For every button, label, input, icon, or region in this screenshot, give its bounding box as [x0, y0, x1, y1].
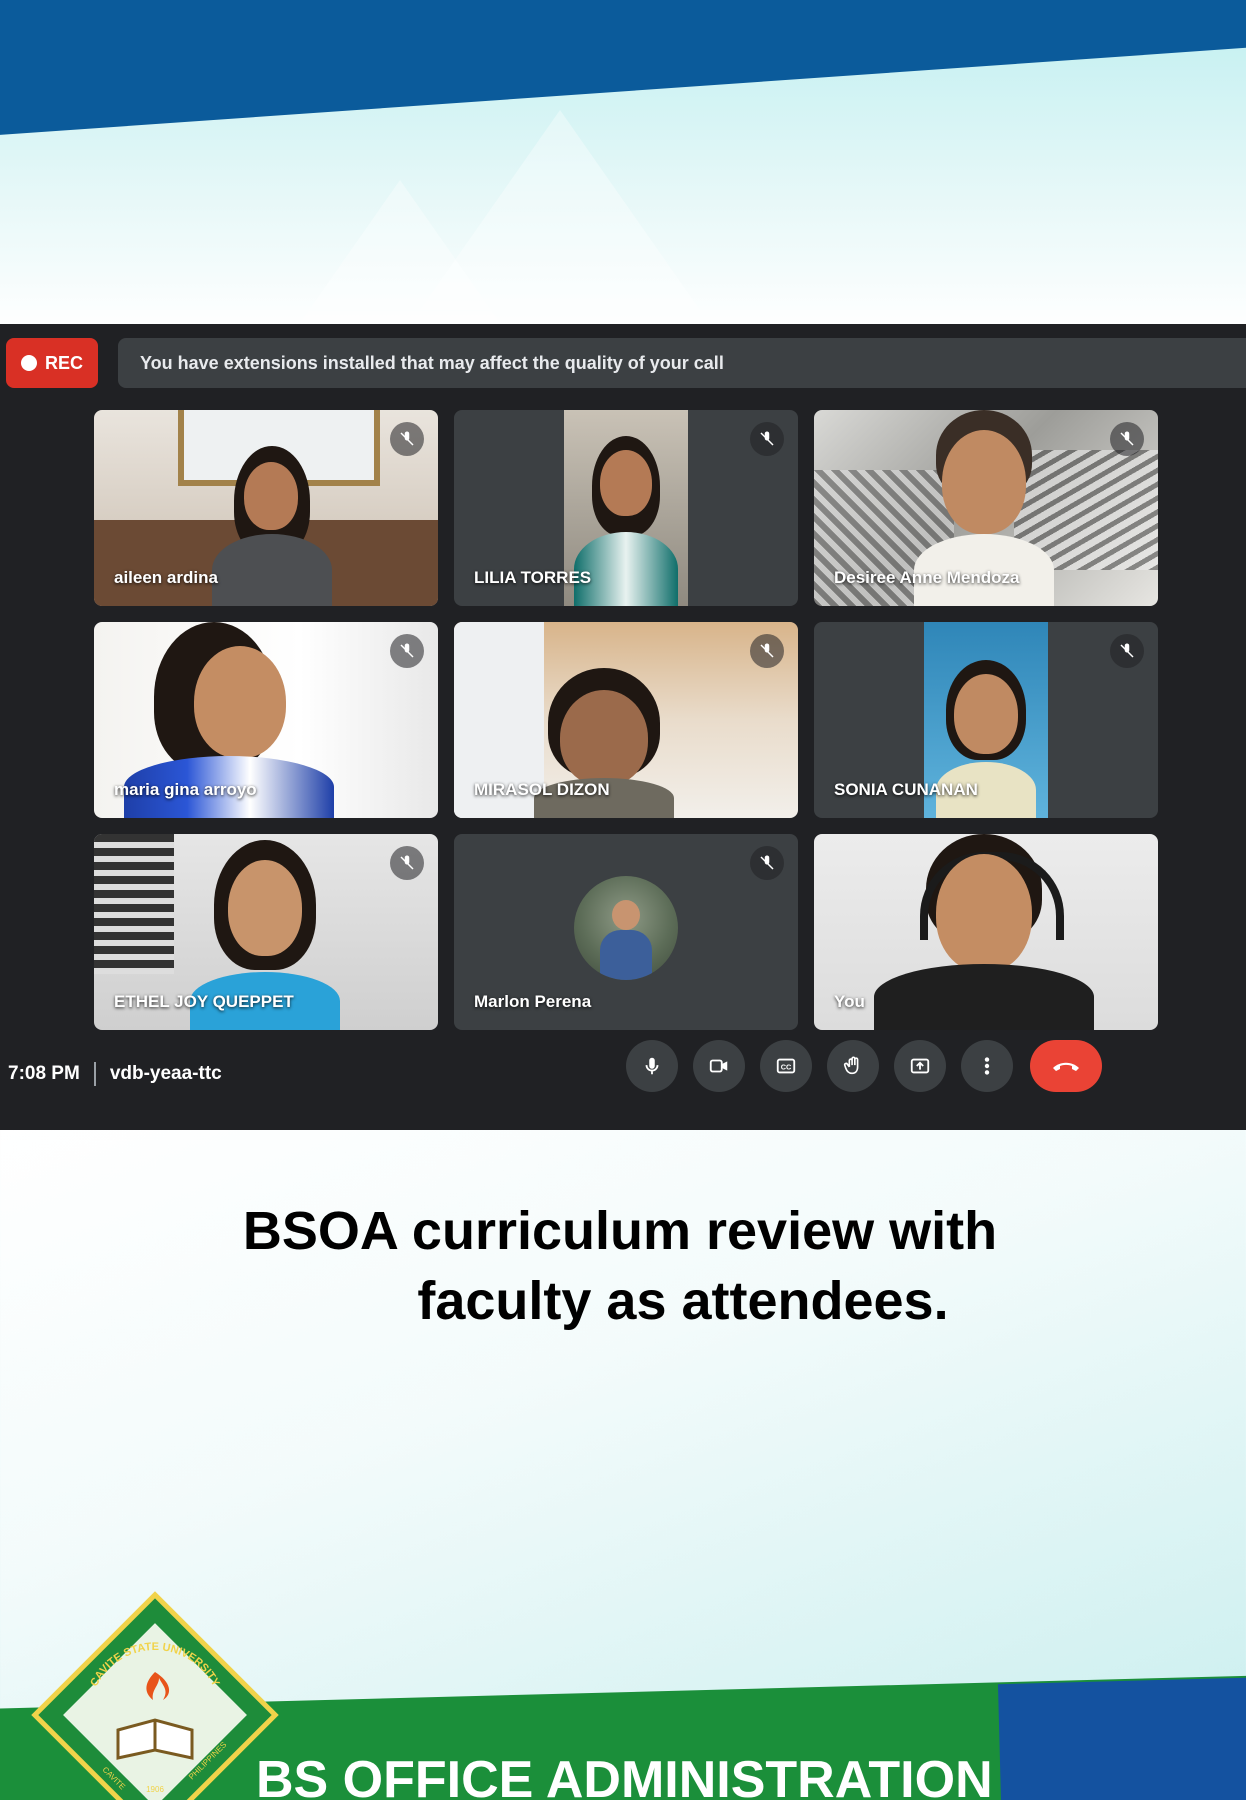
participant-grid: aileen ardina LILIA TORRES Desiree Anne … — [94, 410, 1158, 1030]
participant-name: ETHEL JOY QUEPPET — [114, 992, 294, 1011]
participant-name: MIRASOL DIZON — [474, 780, 610, 799]
participant-tile[interactable]: MIRASOL DIZON — [454, 622, 798, 818]
extensions-notice: You have extensions installed that may a… — [118, 338, 1246, 388]
more-options-icon — [984, 1057, 990, 1075]
decorative-triangle — [260, 180, 540, 330]
more-options-button[interactable] — [961, 1040, 1013, 1092]
notice-text: You have extensions installed that may a… — [140, 352, 724, 373]
mic-muted-icon — [1110, 634, 1144, 668]
caption-line-2: faculty as attendees. — [417, 1271, 949, 1331]
mic-muted-icon — [750, 846, 784, 880]
divider — [93, 1062, 96, 1086]
participant-name: maria gina arroyo — [114, 780, 257, 799]
mic-muted-icon — [390, 846, 424, 880]
mic-muted-icon — [750, 634, 784, 668]
participant-video — [874, 834, 1094, 1030]
present-icon — [910, 1058, 930, 1074]
slide-caption: BSOA curriculum review with faculty as a… — [0, 1196, 1246, 1336]
captions-icon: CC — [776, 1058, 796, 1074]
participant-video — [212, 446, 332, 606]
mic-muted-icon — [390, 422, 424, 456]
participant-tile[interactable]: maria gina arroyo — [94, 622, 438, 818]
participant-tile[interactable]: Marlon Perena — [454, 834, 798, 1030]
participant-name: LILIA TORRES — [474, 568, 592, 587]
university-seal-logo: CAVITE STATE UNIVERSITY CAVITE PHILIPPIN… — [31, 1591, 279, 1800]
camera-button[interactable] — [693, 1040, 745, 1092]
meeting-time: 7:08 PM — [8, 1063, 80, 1084]
meeting-info: 7:08 PM vdb-yeaa-ttc — [8, 1062, 222, 1086]
participant-name: aileen ardina — [114, 568, 218, 587]
slide-footer: CAVITE STATE UNIVERSITY CAVITE PHILIPPIN… — [0, 1560, 1246, 1800]
participant-tile[interactable]: Desiree Anne Mendoza — [814, 410, 1158, 606]
participant-tile[interactable]: LILIA TORRES — [454, 410, 798, 606]
microphone-button[interactable] — [626, 1040, 678, 1092]
participant-tile[interactable]: aileen ardina — [94, 410, 438, 606]
raise-hand-icon — [843, 1056, 859, 1075]
mic-muted-icon — [390, 634, 424, 668]
present-button[interactable] — [894, 1040, 946, 1092]
participant-name: You — [834, 992, 865, 1011]
recording-badge: REC — [6, 338, 98, 388]
end-call-button[interactable] — [1030, 1040, 1102, 1092]
participant-name: SONIA CUNANAN — [834, 780, 978, 799]
svg-text:CC: CC — [781, 1063, 792, 1072]
participant-tile[interactable]: SONIA CUNANAN — [814, 622, 1158, 818]
program-title: BS OFFICE ADMINISTRATION — [256, 1751, 993, 1800]
meet-control-bar: 7:08 PM vdb-yeaa-ttc CC — [0, 1040, 1246, 1130]
profile-avatar — [574, 876, 678, 980]
window-blinds — [94, 834, 174, 974]
top-banner — [0, 0, 1246, 330]
svg-text:1906: 1906 — [146, 1785, 164, 1794]
participant-tile[interactable]: You — [814, 834, 1158, 1030]
meeting-code: vdb-yeaa-ttc — [109, 1063, 222, 1084]
caption-line-1: BSOA curriculum review with — [242, 1201, 998, 1261]
camera-icon — [709, 1059, 728, 1073]
meet-window: REC You have extensions installed that m… — [0, 324, 1246, 1130]
participant-name: Desiree Anne Mendoza — [834, 568, 1020, 587]
recording-label: REC — [44, 352, 83, 373]
captions-button[interactable]: CC — [760, 1040, 812, 1092]
record-dot-icon — [20, 355, 37, 371]
end-call-icon — [1053, 1062, 1079, 1071]
mic-muted-icon — [1110, 422, 1144, 456]
mic-muted-icon — [750, 422, 784, 456]
participant-name: Marlon Perena — [474, 992, 592, 1011]
footer-blue-band — [997, 1675, 1246, 1800]
microphone-icon — [645, 1057, 659, 1075]
participant-tile[interactable]: ETHEL JOY QUEPPET — [94, 834, 438, 1030]
raise-hand-button[interactable] — [827, 1040, 879, 1092]
